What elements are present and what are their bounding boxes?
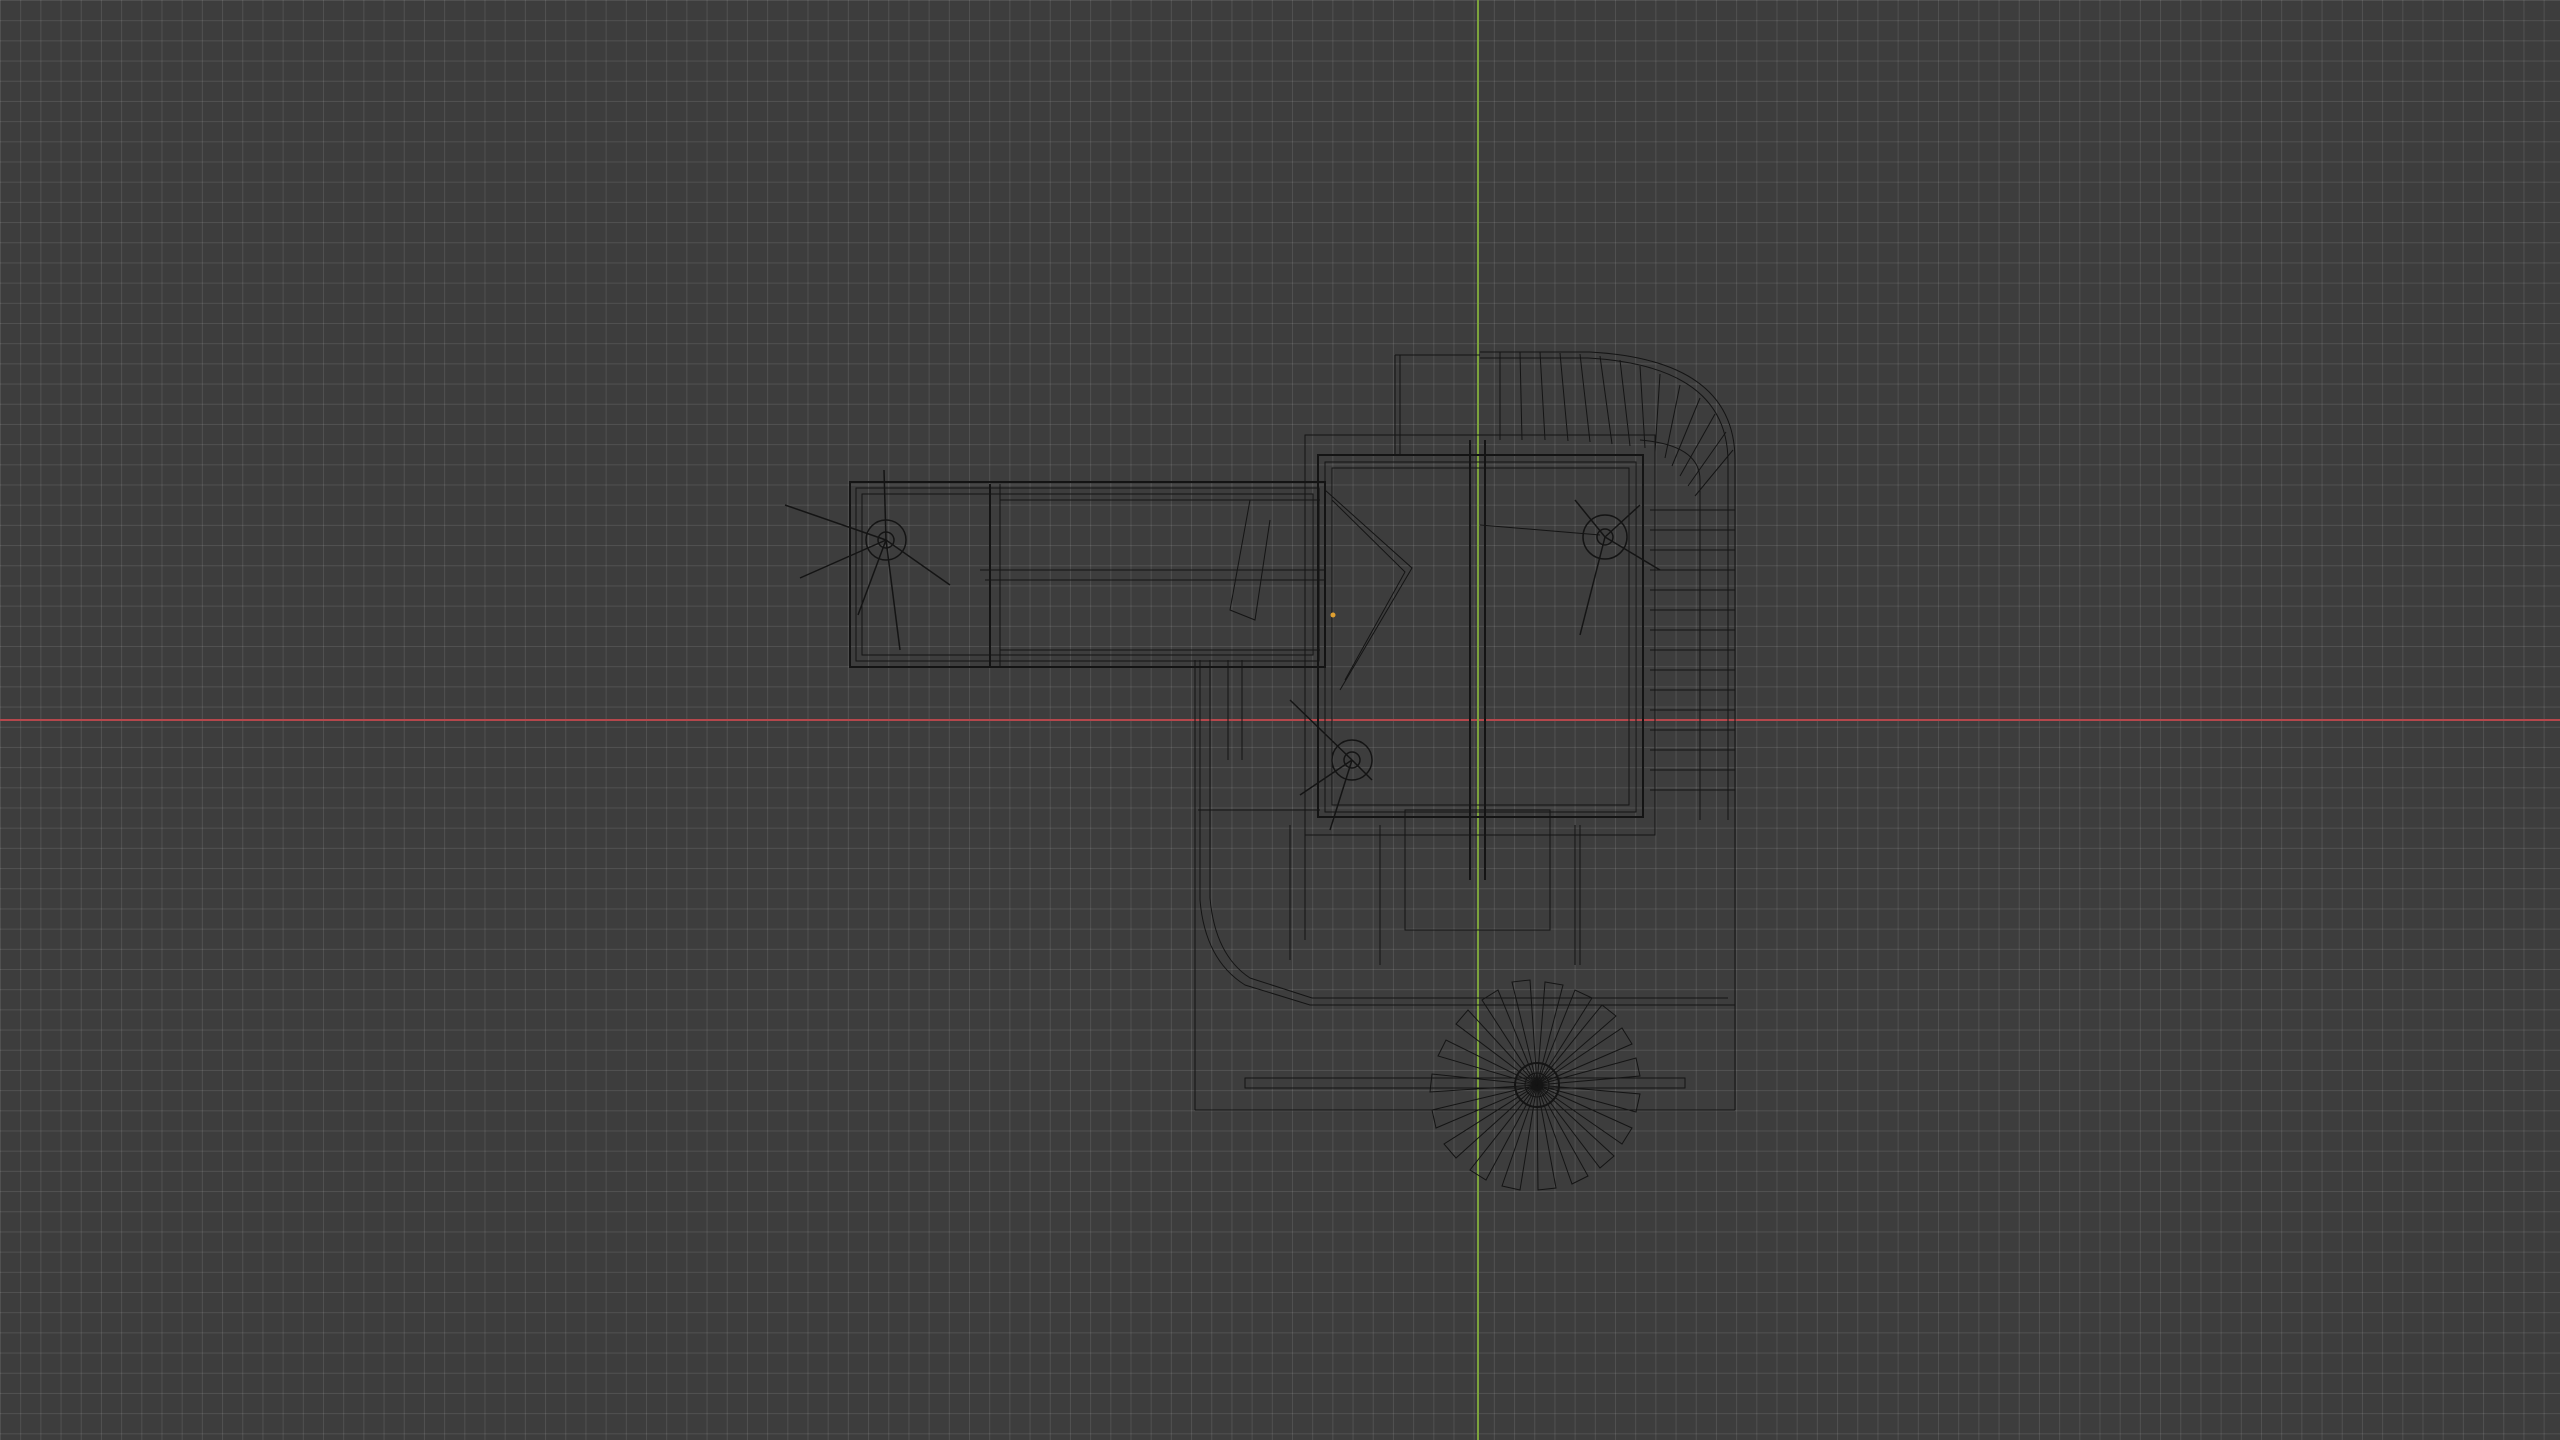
origin-marker[interactable] bbox=[1330, 612, 1336, 618]
fan-east-wireframe bbox=[1574, 499, 1661, 636]
viewport-canvas bbox=[0, 0, 2560, 1440]
building-wireframe[interactable] bbox=[784, 351, 1736, 1191]
terrace-wireframe bbox=[1194, 660, 1736, 1111]
main-block-wireframe bbox=[1289, 354, 1656, 965]
spiral-staircase-wireframe bbox=[1429, 979, 1641, 1191]
east-curved-stairs-wireframe bbox=[1480, 351, 1736, 820]
3d-viewport[interactable] bbox=[0, 0, 2560, 1440]
fan-west-wireframe bbox=[784, 469, 951, 651]
west-wing-wireframe bbox=[849, 481, 1326, 668]
